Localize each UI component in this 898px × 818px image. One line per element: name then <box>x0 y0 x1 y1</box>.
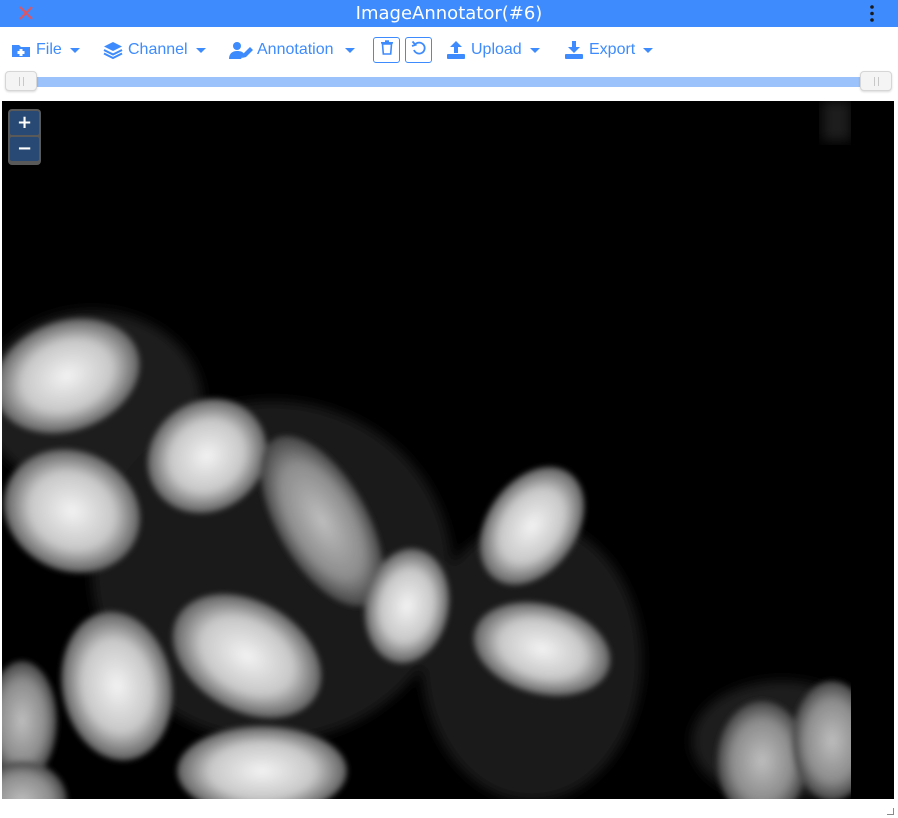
undo-icon <box>411 40 427 61</box>
chevron-down-icon <box>529 47 540 53</box>
toolbar: File Channel Annotation Upload Export <box>0 27 898 71</box>
slider-max-handle[interactable] <box>860 71 892 91</box>
user-edit-icon <box>229 40 253 60</box>
file-menu-label: File <box>36 41 62 58</box>
file-menu-button[interactable]: File <box>10 38 80 62</box>
upload-icon <box>445 40 467 60</box>
export-menu-button[interactable]: Export <box>563 38 654 62</box>
layers-icon <box>102 40 124 60</box>
chevron-down-icon <box>69 47 80 53</box>
chevron-down-icon <box>344 47 355 53</box>
zoom-out-button[interactable]: − <box>10 137 39 161</box>
microscopy-image <box>2 101 894 799</box>
undo-button[interactable] <box>405 37 432 63</box>
title-bar: ImageAnnotator(#6) <box>0 0 898 27</box>
image-viewer[interactable]: + − <box>2 101 894 799</box>
zoom-controls: + − <box>8 109 41 165</box>
chevron-down-icon <box>643 47 654 53</box>
folder-plus-icon <box>10 40 32 60</box>
contrast-range-slider[interactable] <box>5 70 892 92</box>
delete-button[interactable] <box>373 37 400 63</box>
channel-menu-button[interactable]: Channel <box>102 38 206 62</box>
annotation-menu-label: Annotation <box>257 41 334 58</box>
trash-icon <box>380 40 394 60</box>
export-menu-label: Export <box>589 41 636 58</box>
upload-menu-button[interactable]: Upload <box>445 38 540 62</box>
annotation-menu-button[interactable]: Annotation <box>229 38 355 62</box>
window-title: ImageAnnotator(#6) <box>355 3 543 24</box>
channel-menu-label: Channel <box>128 41 188 58</box>
vertical-dots-icon[interactable] <box>868 4 876 23</box>
upload-menu-label: Upload <box>471 41 522 58</box>
zoom-in-button[interactable]: + <box>10 111 39 135</box>
slider-min-handle[interactable] <box>5 71 37 91</box>
download-icon <box>563 40 585 60</box>
resize-grip-icon[interactable] <box>887 808 894 815</box>
slider-track <box>19 77 878 87</box>
chevron-down-icon <box>195 47 206 53</box>
